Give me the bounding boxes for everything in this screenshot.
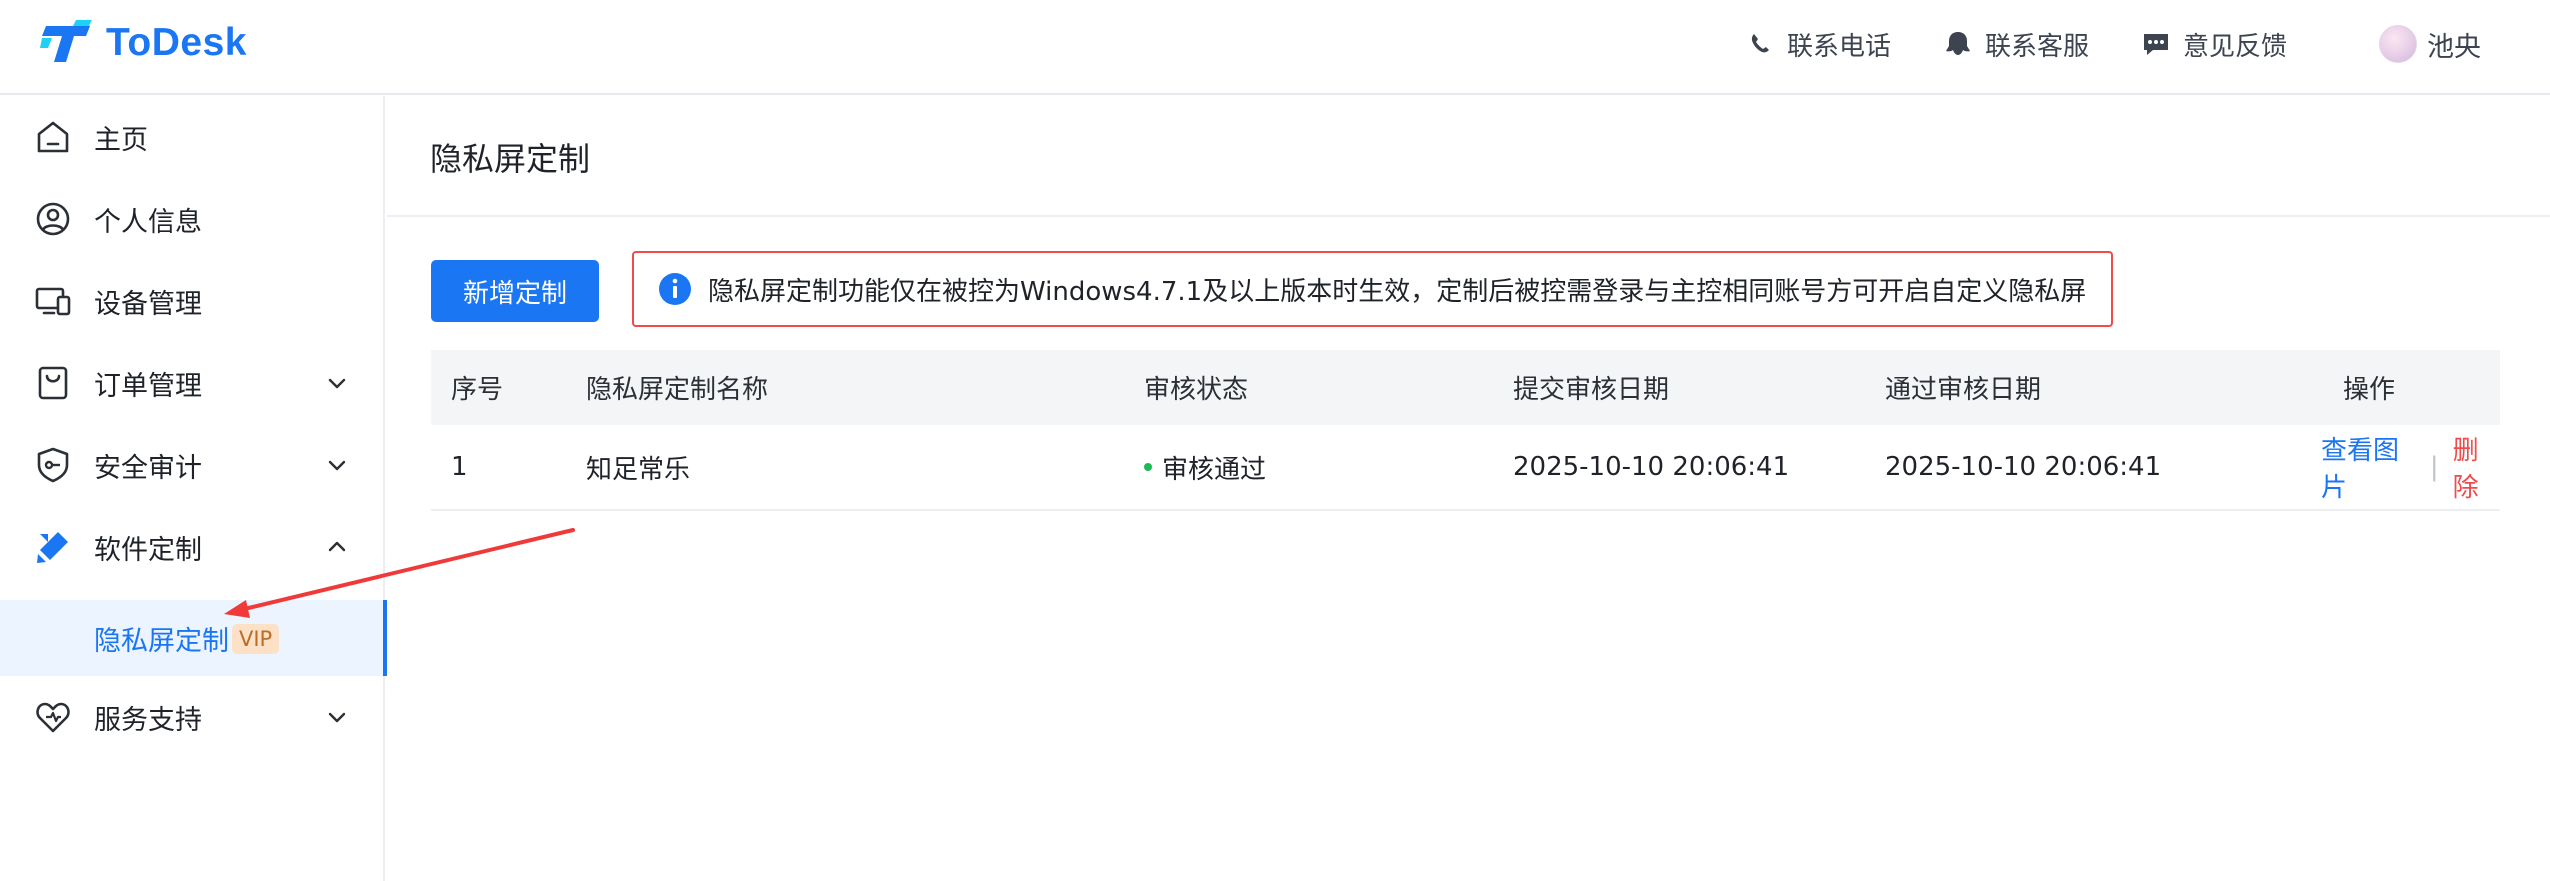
feedback-link[interactable]: 意见反馈 bbox=[2141, 26, 2287, 63]
contact-phone-link[interactable]: 联系电话 bbox=[1745, 26, 1891, 63]
header-links: 联系电话 联系客服 意见反馈 池央 bbox=[1745, 22, 2481, 66]
sidebar-subitem-label: 隐私屏定制 bbox=[94, 625, 229, 657]
sidebar-item-home[interactable]: 主页 bbox=[0, 96, 385, 178]
sidebar-item-profile[interactable]: 个人信息 bbox=[0, 178, 385, 260]
top-header: ToDesk 联系电话 联系客服 意见反馈 池央 bbox=[0, 0, 2550, 95]
todesk-logo-icon bbox=[40, 20, 92, 62]
info-icon bbox=[659, 273, 691, 305]
brand-name: ToDesk bbox=[106, 21, 247, 64]
view-image-link[interactable]: 查看图片 bbox=[2321, 430, 2416, 504]
chevron-down-icon bbox=[328, 460, 346, 471]
sidebar-item-label: 设备管理 bbox=[94, 288, 202, 320]
notice-text: 隐私屏定制功能仅在被控为Windows4.7.1及以上版本时生效，定制后被控需登… bbox=[708, 276, 2087, 307]
todesk-logo[interactable]: ToDesk bbox=[40, 20, 247, 66]
delete-link[interactable]: 删除 bbox=[2453, 430, 2500, 504]
chevron-up-icon bbox=[328, 541, 346, 552]
feedback-label: 意见反馈 bbox=[2183, 31, 2288, 62]
column-header: 通过审核日期 bbox=[1885, 375, 2042, 405]
sidebar-item-label: 主页 bbox=[94, 124, 148, 156]
column-header: 序号 bbox=[451, 375, 504, 405]
column-header: 提交审核日期 bbox=[1513, 375, 1670, 405]
row-approved-date: 2025-10-10 20:06:41 bbox=[1885, 452, 2162, 482]
phone-icon bbox=[1751, 34, 1769, 53]
chevron-down-icon bbox=[328, 712, 346, 723]
column-header: 隐私屏定制名称 bbox=[586, 375, 769, 405]
todesk-window: ToDesk 联系电话 联系客服 意见反馈 池央 主页 个人信息 设备管理 订单… bbox=[0, 0, 2550, 881]
user-icon bbox=[36, 202, 70, 236]
action-separator: | bbox=[2429, 452, 2439, 482]
user-menu[interactable]: 池央 bbox=[2379, 25, 2481, 64]
column-header: 操作 bbox=[2343, 375, 2396, 405]
sidebar-item-label: 个人信息 bbox=[94, 206, 202, 238]
app-root: ToDesk 联系电话 联系客服 意见反馈 池央 主页 个人信息 设备管理 订单… bbox=[0, 0, 2550, 881]
row-actions: 查看图片 | 删除 bbox=[2321, 425, 2500, 509]
sidebar-item-label: 服务支持 bbox=[94, 704, 202, 736]
feedback-icon bbox=[2144, 34, 2169, 55]
sidebar-item-security-audit[interactable]: 安全审计 bbox=[0, 424, 385, 506]
sidebar-item-label: 订单管理 bbox=[94, 370, 202, 402]
user-name: 池央 bbox=[2427, 31, 2482, 63]
row-index: 1 bbox=[451, 452, 468, 482]
vip-badge: VIP bbox=[232, 624, 280, 654]
avatar bbox=[2379, 25, 2418, 63]
home-icon bbox=[37, 121, 69, 153]
status-text: 审核通过 bbox=[1162, 454, 1267, 485]
sidebar-subitem-privacy-screen[interactable]: 隐私屏定制 VIP bbox=[0, 600, 387, 676]
sidebar: 主页 个人信息 设备管理 订单管理 安全审计 软件定制 隐私屏定制 VIP 服务… bbox=[0, 96, 387, 881]
row-submitted-date: 2025-10-10 20:06:41 bbox=[1513, 452, 1790, 482]
table-header: 序号 隐私屏定制名称 审核状态 提交审核日期 通过审核日期 操作 bbox=[431, 350, 2500, 425]
sidebar-item-label: 安全审计 bbox=[94, 452, 202, 484]
order-icon bbox=[38, 366, 68, 400]
status-dot bbox=[1144, 463, 1152, 471]
device-icon bbox=[35, 287, 71, 316]
chevron-down-icon bbox=[328, 378, 346, 389]
sidebar-item-software-customize[interactable]: 软件定制 bbox=[0, 506, 385, 588]
shield-icon bbox=[37, 447, 69, 483]
customize-icon bbox=[37, 532, 68, 563]
sidebar-item-orders[interactable]: 订单管理 bbox=[0, 342, 385, 424]
notice-banner: 隐私屏定制功能仅在被控为Windows4.7.1及以上版本时生效，定制后被控需登… bbox=[632, 251, 2113, 327]
support-icon bbox=[1946, 32, 1971, 55]
row-name: 知足常乐 bbox=[586, 454, 691, 485]
contact-support-label: 联系客服 bbox=[1985, 31, 2090, 62]
sidebar-item-label: 软件定制 bbox=[94, 534, 202, 566]
table-row: 1 知足常乐 审核通过 2025-10-10 20:06:41 2025-10-… bbox=[431, 425, 2500, 511]
customization-table: 序号 隐私屏定制名称 审核状态 提交审核日期 通过审核日期 操作 1 知足常乐 … bbox=[431, 350, 2500, 511]
support-heart-icon bbox=[36, 702, 70, 733]
column-header: 审核状态 bbox=[1144, 375, 1249, 405]
sidebar-item-devices[interactable]: 设备管理 bbox=[0, 260, 385, 342]
page-title: 隐私屏定制 bbox=[430, 140, 591, 178]
sidebar-item-service-support[interactable]: 服务支持 bbox=[0, 676, 385, 758]
page-title-bar: 隐私屏定制 bbox=[387, 96, 2550, 217]
active-indicator bbox=[383, 600, 387, 676]
add-customization-button[interactable]: 新增定制 bbox=[431, 260, 599, 322]
contact-phone-label: 联系电话 bbox=[1787, 31, 1892, 62]
row-status: 审核通过 bbox=[1144, 425, 1266, 509]
contact-support-link[interactable]: 联系客服 bbox=[1943, 26, 2089, 63]
